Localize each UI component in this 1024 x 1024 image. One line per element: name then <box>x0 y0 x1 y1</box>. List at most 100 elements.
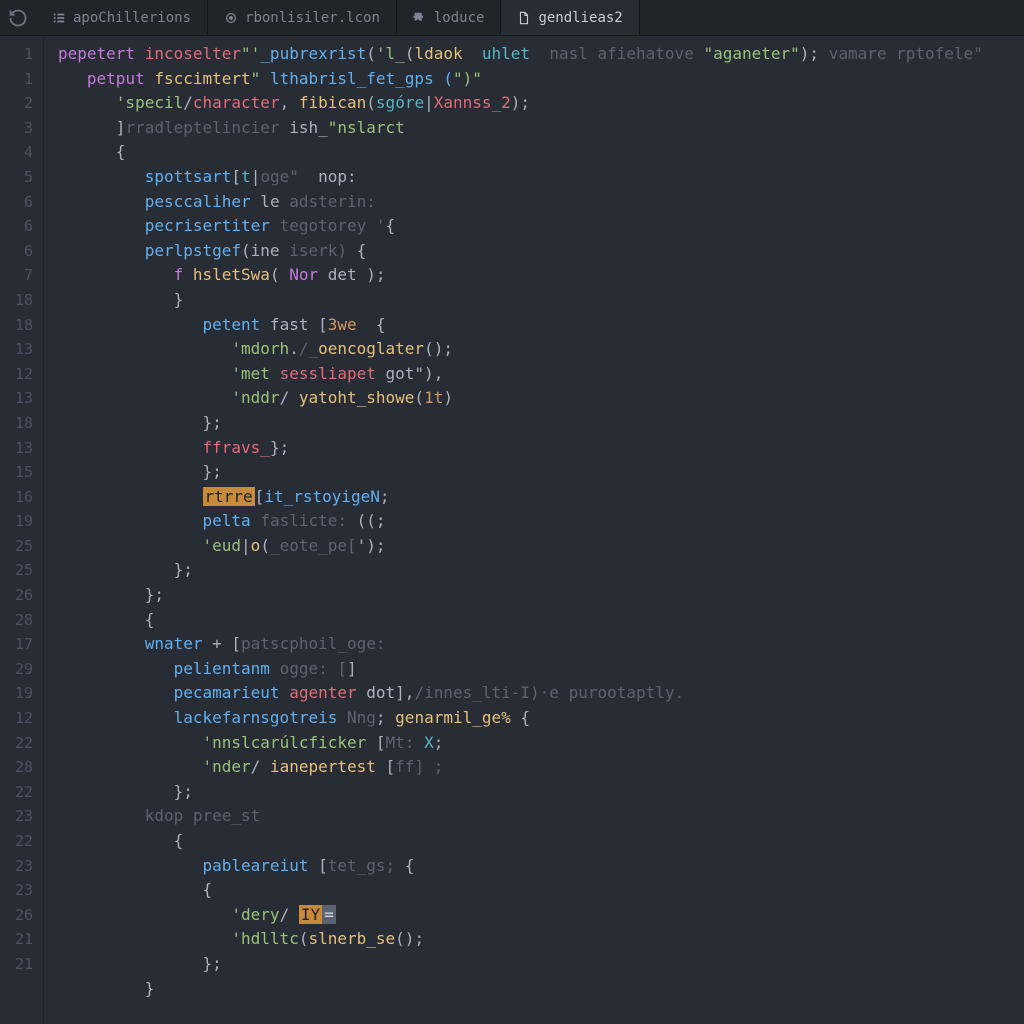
token-op: [ <box>318 315 328 334</box>
code-line[interactable]: { <box>58 140 1024 165</box>
code-line[interactable]: pelta faslicte: ((; <box>58 509 1024 534</box>
code-line[interactable]: }; <box>58 411 1024 436</box>
editor-tab[interactable]: rbonlisiler.lcon <box>208 0 397 35</box>
code-line[interactable]: lackefarnsgotreis Nng; genarmil_ge% { <box>58 706 1024 731</box>
code-line[interactable]: 'nnslcarúlcficker [Mt: X; <box>58 731 1024 756</box>
tab-label: loduce <box>434 10 485 26</box>
line-number: 19 <box>0 681 33 706</box>
line-number: 6 <box>0 239 33 264</box>
code-line[interactable]: pepetert incoselter"'_pubrexrist('l_(lda… <box>58 42 1024 67</box>
code-editor[interactable]: 1123456667181813121318131516192525262817… <box>0 36 1024 1024</box>
line-number: 13 <box>0 337 33 362</box>
tab-label: rbonlisiler.lcon <box>245 10 380 26</box>
code-line[interactable]: }; <box>58 558 1024 583</box>
token-op: { <box>511 708 530 727</box>
token-str: 'hdlltc <box>231 929 298 948</box>
token-op: }; <box>174 782 193 801</box>
token-op: [ <box>308 856 327 875</box>
code-line[interactable]: 'mdorh./_oencoglater(); <box>58 337 1024 362</box>
code-line[interactable]: pelientanm ogge: [] <box>58 657 1024 682</box>
code-line[interactable]: }; <box>58 460 1024 485</box>
line-number: 12 <box>0 362 33 387</box>
code-line[interactable]: }; <box>58 952 1024 977</box>
code-line[interactable]: kdop pree_st <box>58 804 1024 829</box>
code-line[interactable]: 'eud|o(_eote_pe['); <box>58 534 1024 559</box>
code-line[interactable]: wnater + [patscphoil_oge: <box>58 632 1024 657</box>
code-line[interactable]: ]rradleptelincier ish_"nslarct <box>58 116 1024 141</box>
token-op <box>270 216 280 235</box>
token-str: "aganeter" <box>703 44 799 63</box>
code-line[interactable]: petput fsccimtert" lthabrisl_fet_gps (")… <box>58 67 1024 92</box>
token-op: ( <box>414 388 424 407</box>
code-line[interactable]: } <box>58 977 1024 1002</box>
code-line[interactable]: { <box>58 608 1024 633</box>
code-line[interactable]: }; <box>58 780 1024 805</box>
code-line[interactable]: { <box>58 829 1024 854</box>
token-var: t <box>241 167 251 186</box>
code-line[interactable]: pecamarieut agenter dot],/innes_lti-I)·e… <box>58 681 1024 706</box>
line-number: 2 <box>0 91 33 116</box>
token-op: got"), <box>376 364 443 383</box>
code-line[interactable]: 'hdlltc(slnerb_se(); <box>58 927 1024 952</box>
token-fn: hsletSwa <box>193 265 270 284</box>
code-line[interactable]: }; <box>58 583 1024 608</box>
token-kw: pepetert <box>58 44 135 63</box>
token-op: ( <box>366 93 376 112</box>
line-number-gutter: 1123456667181813121318131516192525262817… <box>0 36 44 1024</box>
line-number: 22 <box>0 731 33 756</box>
list-icon <box>52 11 66 25</box>
code-line[interactable]: 'nddr/ yatoht_showe(1t) <box>58 386 1024 411</box>
token-op: / <box>183 93 193 112</box>
token-op: det ); <box>318 265 385 284</box>
token-prop: agenter <box>289 683 356 702</box>
token-num: 3we <box>328 315 357 334</box>
token-fn: fibican <box>299 93 366 112</box>
line-number: 25 <box>0 558 33 583</box>
code-line[interactable]: f hsletSwa( Nor det ); <box>58 263 1024 288</box>
code-line[interactable]: 'specil/character, fibican(sgóre|Xannss_… <box>58 91 1024 116</box>
code-line[interactable]: perlpstgef(ine iserk) { <box>58 239 1024 264</box>
line-number: 26 <box>0 583 33 608</box>
code-line[interactable]: pableareiut [tet_gs; { <box>58 854 1024 879</box>
token-com: oge" <box>260 167 299 186</box>
token-op: }; <box>203 462 222 481</box>
editor-tab[interactable]: apoChillerions <box>36 0 208 35</box>
code-line[interactable]: 'nder/ ianepertest [ff] ; <box>58 755 1024 780</box>
editor-tab[interactable]: gendlieas2 <box>501 0 639 35</box>
code-line[interactable]: pecrisertiter tegotorey '{ <box>58 214 1024 239</box>
token-op: (); <box>424 339 453 358</box>
file-icon <box>517 11 531 25</box>
code-line[interactable]: spottsart[t|oge" nop: <box>58 165 1024 190</box>
token-kw2: pelientanm <box>174 659 270 678</box>
token-op: | <box>424 93 434 112</box>
token-op: ( <box>405 44 415 63</box>
token-op: [ <box>231 167 241 186</box>
tab-label: apoChillerions <box>73 10 191 26</box>
token-op: dot], <box>357 683 415 702</box>
token-str: ")" <box>453 69 482 88</box>
token-op: ] <box>347 659 357 678</box>
code-line[interactable]: } <box>58 288 1024 313</box>
editor-tab[interactable]: loduce <box>397 0 502 35</box>
line-number: 29 <box>0 657 33 682</box>
code-line[interactable]: petent fast [3we { <box>58 313 1024 338</box>
token-op: [ <box>376 757 395 776</box>
reload-icon[interactable] <box>8 8 28 28</box>
code-line[interactable]: pesccaliher le adsterin: <box>58 190 1024 215</box>
code-line[interactable]: rtrre[it_rstoyigeN; <box>58 485 1024 510</box>
code-line[interactable]: ffravs_}; <box>58 436 1024 461</box>
line-number: 25 <box>0 534 33 559</box>
token-com: adsterin: <box>289 192 376 211</box>
code-line[interactable]: { <box>58 878 1024 903</box>
token-op <box>463 44 482 63</box>
token-fn: fsccimtert <box>154 69 250 88</box>
token-op: } <box>145 979 155 998</box>
token-op: }; <box>203 413 222 432</box>
line-number: 21 <box>0 952 33 977</box>
code-content[interactable]: pepetert incoselter"'_pubrexrist('l_(lda… <box>44 36 1024 1024</box>
token-op: { <box>357 241 367 260</box>
code-line[interactable]: 'met sessliapet got"), <box>58 362 1024 387</box>
code-line[interactable]: 'dery/ IY= <box>58 903 1024 928</box>
token-op: / <box>280 905 299 924</box>
tab-label: gendlieas2 <box>538 10 622 26</box>
